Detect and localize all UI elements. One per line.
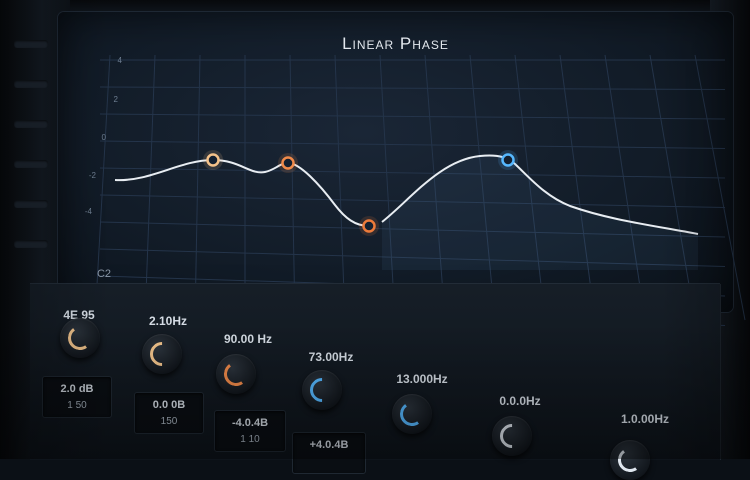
eq-curve-fill [382, 155, 698, 270]
band-3-panel: 90.00 Hz -4.0.4B 1 10 [208, 284, 289, 460]
band-4-knob[interactable] [302, 370, 342, 410]
grid-line-v [289, 54, 296, 321]
band-value-box[interactable]: 0.0 0B 150 [134, 392, 204, 434]
band-1-knob[interactable] [60, 318, 100, 358]
band-7-knob[interactable] [610, 440, 650, 480]
y-tick-label: 4 [118, 56, 123, 65]
band-value-box[interactable]: +4.0.4B [292, 432, 366, 474]
band-gain-value: 2.0 dB [60, 383, 94, 395]
band-6-knob[interactable] [492, 416, 532, 456]
grid-line-v [649, 54, 696, 321]
knob-indicator-arc [66, 324, 94, 352]
band-7-panel: 1.0.00Hz [570, 284, 721, 480]
band-4-panel: 73.00Hz +4.0.4B [288, 284, 375, 474]
grid-line-h [99, 113, 726, 120]
band-frequency-value[interactable]: 1.0.00Hz [570, 412, 720, 426]
grid-line-v [144, 54, 156, 321]
grid-line-v [334, 54, 346, 321]
knob-indicator-arc [398, 400, 426, 428]
band-2-node[interactable] [281, 156, 295, 170]
band-frequency-value[interactable]: 90.00 Hz [208, 332, 288, 346]
band-5-knob[interactable] [392, 394, 432, 434]
knob-indicator-arc [305, 373, 339, 407]
knob-indicator-arc [616, 446, 644, 474]
eq-y-axis-labels: 4 2 0 -2 -4 [85, 56, 123, 216]
knob-indicator-arc [145, 337, 179, 371]
grid-line-h [99, 167, 726, 179]
band-1-node[interactable] [206, 153, 220, 167]
band-2-knob[interactable] [142, 334, 182, 374]
band-frequency-value[interactable]: 0.0.0Hz [470, 394, 570, 408]
band-2-panel: 2.10Hz 0.0 0B 150 [128, 284, 209, 460]
grid-line-v [194, 54, 201, 321]
grid-line-h [99, 140, 726, 149]
x-tick-label: C2 [97, 268, 111, 280]
band-frequency-value[interactable]: 73.00Hz [288, 350, 374, 364]
band-6-panel: 0.0.0Hz [470, 284, 571, 460]
band-gain-value: -4.0.4B [231, 417, 269, 429]
y-tick-label: 0 [102, 133, 107, 142]
band-q-value: 1 50 [67, 400, 87, 411]
band-frequency-value[interactable]: 13.000Hz [374, 372, 470, 386]
band-1-panel: 4E 95 2.0 dB 1 50 [30, 284, 129, 460]
y-tick-label: -4 [85, 207, 93, 216]
grid-line-v [94, 54, 111, 321]
band-5-panel: 13.000Hz [374, 284, 471, 460]
band-gain-value: 0.0 0B [152, 399, 186, 411]
band-3-knob[interactable] [216, 354, 256, 394]
knob-indicator-arc [495, 419, 529, 453]
grid-line-v [379, 54, 396, 321]
band-q-value: 150 [160, 416, 178, 427]
y-tick-label: 2 [114, 95, 119, 104]
grid-line-v [559, 54, 596, 321]
grid-line-v [604, 54, 646, 321]
grid-line-h [99, 86, 726, 90]
y-tick-label: -2 [89, 171, 97, 180]
band-3-node[interactable] [362, 219, 376, 233]
band-controls-strip: 4E 95 2.0 dB 1 50 2.10Hz 0.0 0B 150 90.00 Hz -4… [30, 283, 721, 480]
grid-line-v [694, 54, 746, 321]
band-q-value: 1 10 [240, 434, 260, 445]
band-value-box[interactable]: 2.0 dB 1 50 [42, 376, 112, 418]
band-gain-value: +4.0.4B [309, 439, 349, 451]
band-value-box[interactable]: -4.0.4B 1 10 [214, 410, 286, 452]
knob-indicator-arc [222, 360, 250, 388]
band-4-node[interactable] [501, 153, 515, 167]
band-frequency-value[interactable]: 2.10Hz [128, 314, 208, 328]
